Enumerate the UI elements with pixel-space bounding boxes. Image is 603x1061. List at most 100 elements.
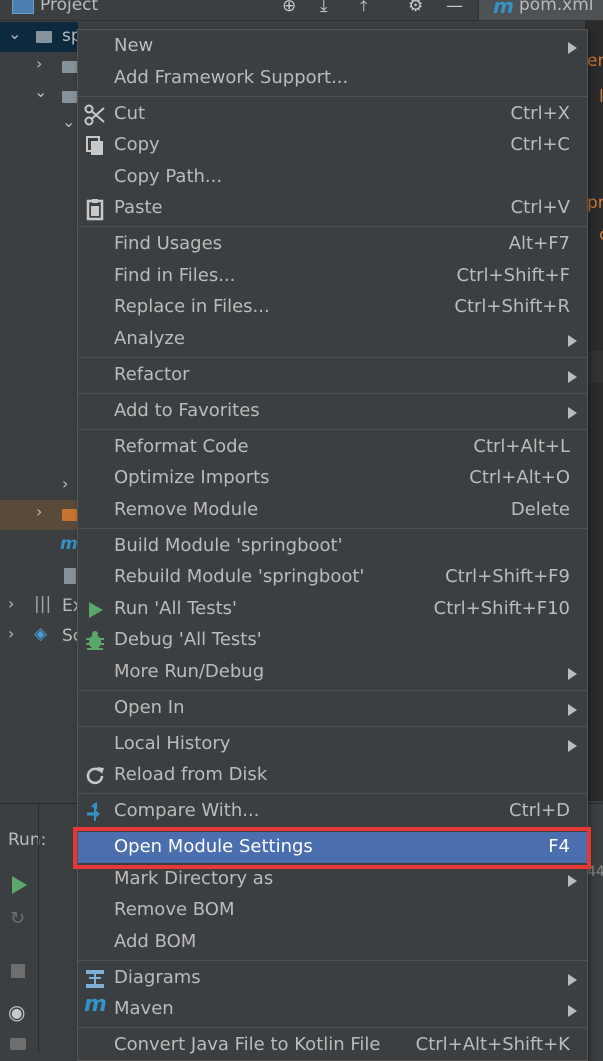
- menu-item-label: Refactor: [114, 364, 190, 385]
- editor-tab-label: pom.xml: [519, 0, 594, 15]
- submenu-arrow-icon: [568, 974, 577, 986]
- menu-item-add-bom[interactable]: Add BOM: [78, 927, 587, 958]
- annotation-highlight: [73, 827, 591, 869]
- menu-item-remove-module[interactable]: Remove Module Delete: [78, 495, 587, 526]
- chevron-right-icon[interactable]: ›: [36, 502, 42, 521]
- menu-item-label: Mark Directory as: [114, 868, 274, 889]
- menu-item-shortcut: Alt+F7: [508, 233, 570, 254]
- menu-item-reformat-code[interactable]: Reformat Code Ctrl+Alt+L: [78, 432, 587, 463]
- hide-icon[interactable]: —: [446, 0, 463, 16]
- project-icon: [12, 0, 34, 14]
- menu-item-label: More Run/Debug: [114, 661, 265, 682]
- submenu-arrow-icon: [568, 740, 577, 752]
- menu-item-copy-path[interactable]: Copy Path...: [78, 162, 587, 193]
- chevron-down-icon[interactable]: ⌄: [8, 24, 21, 43]
- menu-item-label: Add to Favorites: [114, 400, 260, 421]
- menu-item-analyze[interactable]: Analyze: [78, 324, 587, 355]
- collapse-all-icon[interactable]: ⤒: [360, 0, 368, 16]
- menu-item-shortcut: Ctrl+D: [509, 800, 570, 821]
- menu-item-compare-with[interactable]: Compare With... Ctrl+D: [78, 796, 587, 827]
- folder-icon: [36, 31, 52, 43]
- menu-item-copy[interactable]: Copy Ctrl+C: [78, 130, 587, 161]
- menu-item-label: Optimize Imports: [114, 467, 270, 488]
- play-icon[interactable]: [12, 876, 27, 894]
- menu-item-maven[interactable]: m Maven: [78, 992, 587, 1025]
- menu-item-optimize-imports[interactable]: Optimize Imports Ctrl+Alt+O: [78, 463, 587, 494]
- tree-row-target[interactable]: ›: [0, 500, 78, 530]
- rerun-failed-icon[interactable]: ↻: [10, 908, 25, 929]
- submenu-arrow-icon: [568, 42, 577, 54]
- menu-item-remove-bom[interactable]: Remove BOM: [78, 895, 587, 926]
- menu-item-shortcut: Ctrl+V: [510, 197, 570, 218]
- menu-item-find-in-files[interactable]: Find in Files... Ctrl+Shift+F: [78, 261, 587, 292]
- tree-row[interactable]: [0, 562, 78, 592]
- tree-row-external-libraries[interactable]: › ||| Ex: [0, 592, 83, 622]
- folder-icon: [62, 509, 78, 521]
- menu-item-convert-to-kotlin[interactable]: Convert Java File to Kotlin File Ctrl+Al…: [78, 1030, 587, 1061]
- editor-tab-pom[interactable]: m pom.xml: [478, 0, 603, 20]
- separator: [78, 96, 587, 97]
- menu-item-run-all-tests[interactable]: Run 'All Tests' Ctrl+Shift+F10: [78, 594, 587, 625]
- tree-row[interactable]: m: [0, 532, 78, 562]
- chevron-down-icon[interactable]: ⌄: [62, 112, 75, 131]
- separator: [78, 726, 587, 727]
- tree-row-root[interactable]: ⌄ sp: [0, 22, 82, 52]
- menu-item-build-module[interactable]: Build Module 'springboot': [78, 531, 587, 562]
- scissors-icon: [84, 104, 105, 126]
- separator: [78, 960, 587, 961]
- menu-item-find-usages[interactable]: Find Usages Alt+F7: [78, 229, 587, 260]
- maven-file-icon: m: [493, 0, 514, 18]
- menu-item-label: Replace in Files...: [114, 296, 270, 317]
- menu-item-label: Compare With...: [114, 800, 260, 821]
- run-label: Run:: [8, 830, 47, 850]
- tree-row[interactable]: ›: [0, 52, 78, 82]
- menu-item-add-framework-support[interactable]: Add Framework Support...: [78, 63, 587, 94]
- submenu-arrow-icon: [568, 371, 577, 383]
- menu-item-open-in[interactable]: Open In: [78, 693, 587, 724]
- chevron-down-icon[interactable]: ⌄: [34, 82, 47, 101]
- menu-item-add-to-favorites[interactable]: Add to Favorites: [78, 396, 587, 427]
- tree-row[interactable]: ⌄: [0, 112, 78, 142]
- expand-all-icon[interactable]: ⤓: [320, 0, 328, 16]
- debug-icon: [86, 631, 104, 650]
- chevron-right-icon[interactable]: ›: [62, 474, 68, 493]
- menu-item-more-run-debug[interactable]: More Run/Debug: [78, 657, 587, 688]
- separator: [78, 226, 587, 227]
- menu-item-diagrams[interactable]: Diagrams: [78, 963, 587, 994]
- diagrams-icon: [86, 970, 104, 988]
- menu-item-shortcut: Ctrl+X: [510, 103, 570, 124]
- menu-item-shortcut: Delete: [510, 499, 570, 520]
- compare-icon: [87, 802, 100, 821]
- menu-item-local-history[interactable]: Local History: [78, 729, 587, 760]
- menu-item-cut[interactable]: Cut Ctrl+X: [78, 99, 587, 130]
- camera-icon[interactable]: [10, 1038, 26, 1050]
- menu-item-replace-in-files[interactable]: Replace in Files... Ctrl+Shift+R: [78, 292, 587, 323]
- tree-row[interactable]: ⌄: [0, 82, 78, 112]
- folder-icon: [62, 91, 78, 103]
- code-fragment: c: [599, 225, 603, 245]
- divider: [38, 804, 39, 1053]
- chevron-right-icon[interactable]: ›: [36, 54, 42, 73]
- chevron-right-icon[interactable]: ›: [8, 624, 14, 643]
- context-menu: New Add Framework Support... Cut Ctrl+X …: [77, 29, 588, 1061]
- menu-item-label: Open In: [114, 697, 185, 718]
- separator: [78, 690, 587, 691]
- menu-item-label: Run 'All Tests': [114, 598, 237, 619]
- eye-icon[interactable]: ◉: [8, 1000, 25, 1024]
- tree-row-scratches[interactable]: › ◈ Sc: [0, 622, 82, 652]
- menu-item-label: Build Module 'springboot': [114, 535, 343, 556]
- menu-item-paste[interactable]: Paste Ctrl+V: [78, 193, 587, 224]
- gear-icon[interactable]: ⚙: [408, 0, 423, 16]
- project-title[interactable]: Project: [40, 0, 98, 15]
- chevron-right-icon[interactable]: ›: [8, 594, 14, 613]
- menu-item-rebuild-module[interactable]: Rebuild Module 'springboot' Ctrl+Shift+F…: [78, 562, 587, 593]
- stop-icon[interactable]: [11, 964, 25, 978]
- submenu-arrow-icon: [568, 1005, 577, 1017]
- menu-item-debug-all-tests[interactable]: Debug 'All Tests': [78, 625, 587, 656]
- tree-row[interactable]: ›: [0, 472, 78, 502]
- locate-icon[interactable]: ⊕: [282, 0, 296, 16]
- menu-item-refactor[interactable]: Refactor: [78, 360, 587, 391]
- menu-item-new[interactable]: New: [78, 31, 587, 62]
- menu-item-reload-from-disk[interactable]: Reload from Disk: [78, 760, 587, 791]
- menu-item-label: Remove Module: [114, 499, 259, 520]
